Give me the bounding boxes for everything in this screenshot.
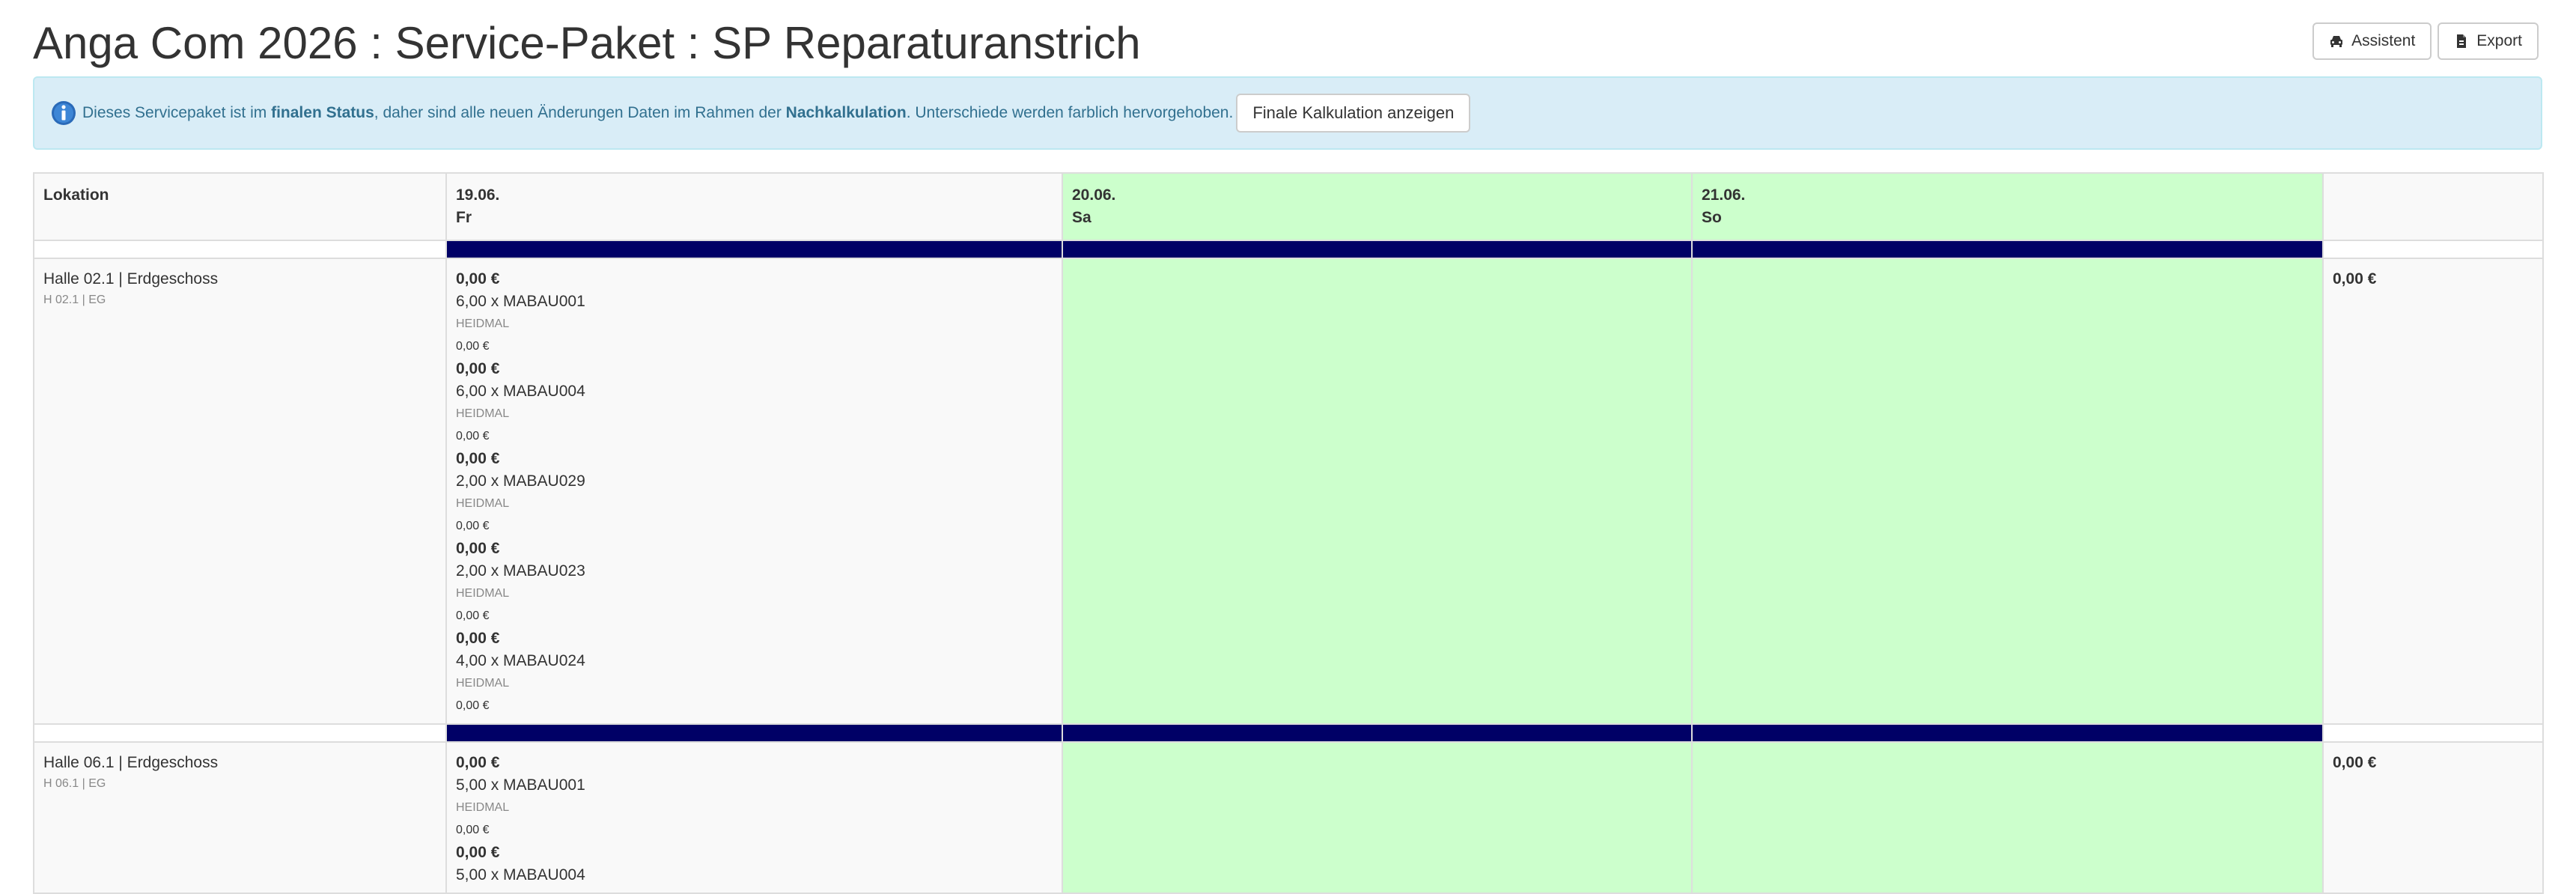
item-list: 0,00 € 5,00 x MABAU001 HEIDMAL 0,00 € 0,… [447,743,1062,893]
item-quantity: 5,00 x MABAU004 [456,866,585,884]
location-name: Halle 02.1 | Erdgeschoss [43,270,219,288]
page-title: Anga Com 2026 : Service-Paket : SP Repar… [33,18,1141,68]
day-items-cell-empty [1691,258,2324,725]
item-quantity: 5,00 x MABAU001 [456,776,585,794]
car-icon [2330,36,2343,47]
assistant-button-label: Assistent [2351,32,2416,49]
day-column-header: 19.06. Fr [445,172,1063,241]
location-cell: Halle 06.1 | Erdgeschoss H 06.1 | EG [33,741,447,894]
show-final-calculation-button[interactable]: Finale Kalkulation anzeigen [1236,94,1471,133]
location-row: Halle 06.1 | Erdgeschoss H 06.1 | EG 0,0… [33,741,2544,894]
item-vendor: HEIDMAL [456,407,510,420]
location-total: 0,00 € [2333,270,2377,288]
bar-spacer [2322,723,2544,743]
alert-text-part2: , daher sind alle neuen Änderungen Daten… [374,104,786,121]
item-vendor: HEIDMAL [456,677,510,690]
item-subtotal: 0,00 € [456,609,490,622]
item-list: 0,00 € 6,00 x MABAU001 HEIDMAL 0,00 € 0,… [447,259,1062,723]
item-price: 0,00 € [456,844,500,861]
day-weekday: Fr [456,209,472,226]
item-quantity: 4,00 x MABAU024 [456,652,585,669]
location-total: 0,00 € [2333,754,2377,771]
item-quantity: 2,00 x MABAU029 [456,472,585,490]
location-column-header: Lokation [33,172,447,241]
export-button[interactable]: Export [2438,22,2539,60]
day-items-cell: 0,00 € 6,00 x MABAU001 HEIDMAL 0,00 € 0,… [445,258,1063,725]
item-subtotal: 0,00 € [456,340,490,353]
item-price: 0,00 € [456,630,500,647]
day-date: 21.06. [1702,186,1746,204]
item-vendor: HEIDMAL [456,497,510,510]
day-bar-row [33,240,2544,259]
alert-text-part1: Dieses Servicepaket ist im [82,104,272,121]
day-column-header: 20.06. Sa [1062,172,1693,241]
day-items-cell-empty [1062,741,1693,894]
day-weekday: So [1702,209,1722,226]
day-items-cell-empty [1062,258,1693,725]
day-date: 20.06. [1072,186,1116,204]
day-bar [1062,723,1693,743]
item-subtotal: 0,00 € [456,824,490,836]
item-vendor: HEIDMAL [456,587,510,600]
table-header-row: Lokation 19.06. Fr 20.06. Sa 21.06. So [33,172,2544,241]
alert-final-status: finalen Status [271,104,374,121]
final-status-alert: Dieses Servicepaket ist im finalen Statu… [33,76,2542,150]
item-price: 0,00 € [456,450,500,467]
location-name: Halle 06.1 | Erdgeschoss [43,754,219,771]
item-quantity: 6,00 x MABAU001 [456,293,585,310]
location-total-cell: 0,00 € [2322,741,2544,894]
item-price: 0,00 € [456,270,500,288]
item-price: 0,00 € [456,754,500,771]
item-subtotal: 0,00 € [456,520,490,532]
day-bar [445,240,1063,259]
location-total-cell: 0,00 € [2322,258,2544,725]
day-date: 19.06. [456,186,500,204]
item-quantity: 6,00 x MABAU004 [456,383,585,400]
alert-nachkalkulation: Nachkalkulation [785,104,907,121]
bar-spacer [33,723,447,743]
day-weekday: Sa [1072,209,1091,226]
header-actions: Assistent Export [2312,22,2539,60]
location-cell: Halle 02.1 | Erdgeschoss H 02.1 | EG [33,258,447,725]
location-header-label: Lokation [43,186,109,204]
file-export-icon [2457,34,2467,48]
item-price: 0,00 € [456,540,500,557]
day-bar [1062,240,1693,259]
item-quantity: 2,00 x MABAU023 [456,562,585,580]
info-icon [52,101,76,125]
location-code: H 02.1 | EG [43,294,106,306]
day-bar [445,723,1063,743]
day-items-cell: 0,00 € 5,00 x MABAU001 HEIDMAL 0,00 € 0,… [445,741,1063,894]
bar-spacer [2322,240,2544,259]
location-row: Halle 02.1 | Erdgeschoss H 02.1 | EG 0,0… [33,258,2544,725]
item-subtotal: 0,00 € [456,699,490,712]
item-vendor: HEIDMAL [456,317,510,330]
bar-spacer [33,240,447,259]
day-items-cell-empty [1691,741,2324,894]
assistant-button[interactable]: Assistent [2312,22,2432,60]
day-column-header: 21.06. So [1691,172,2324,241]
day-bar [1691,240,2324,259]
alert-text-part3: . Unterschiede werden farblich hervorgeh… [906,104,1234,121]
item-price: 0,00 € [456,360,500,377]
item-subtotal: 0,00 € [456,430,490,443]
total-column-header [2322,172,2544,241]
location-code: H 06.1 | EG [43,777,106,790]
day-bar-row [33,723,2544,743]
service-package-table: Lokation 19.06. Fr 20.06. Sa 21.06. So Hall… [33,172,2544,894]
export-button-label: Export [2476,32,2522,49]
item-vendor: HEIDMAL [456,801,510,814]
day-bar [1691,723,2324,743]
alert-text: Dieses Servicepaket ist im finalen Statu… [82,104,1233,122]
